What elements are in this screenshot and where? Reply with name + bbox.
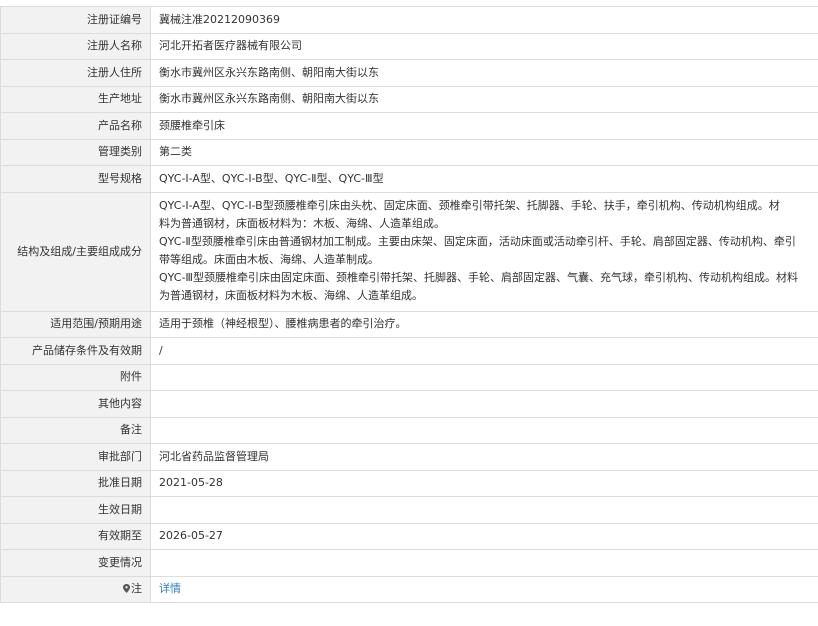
registration-table: 注册证编号 冀械注准20212090369 注册人名称 河北开拓者医疗器械有限公… [0, 6, 818, 603]
row-approval-date: 批准日期 2021-05-28 [0, 469, 818, 497]
structure-line: QYC-Ⅰ-A型、QYC-Ⅰ-B型颈腰椎牵引床由头枕、固定床面、颈椎牵引带托架、… [159, 199, 780, 212]
structure-line: QYC-Ⅱ型颈腰椎牵引床由普通钢材加工制成。主要由床架、固定床面，活动床面或活动… [159, 235, 796, 248]
label-structure-composition: 结构及组成/主要组成成分 [0, 191, 151, 312]
value-registrant-name: 河北开拓者医疗器械有限公司 [150, 32, 818, 60]
location-pin-icon [123, 581, 130, 594]
label-approval-department: 审批部门 [0, 443, 151, 471]
label-valid-until: 有效期至 [0, 522, 151, 550]
row-registrant-name: 注册人名称 河北开拓者医疗器械有限公司 [0, 32, 818, 60]
row-approval-department: 审批部门 河北省药品监督管理局 [0, 443, 818, 471]
label-model-spec: 型号规格 [0, 165, 151, 193]
row-production-address: 生产地址 衡水市冀州区永兴东路南侧、朝阳南大街以东 [0, 85, 818, 113]
row-model-spec: 型号规格 QYC-Ⅰ-A型、QYC-Ⅰ-B型、QYC-Ⅱ型、QYC-Ⅲ型 [0, 165, 818, 193]
value-registrant-address: 衡水市冀州区永兴东路南侧、朝阳南大街以东 [150, 59, 818, 87]
value-approval-date: 2021-05-28 [150, 469, 818, 497]
value-model-spec: QYC-Ⅰ-A型、QYC-Ⅰ-B型、QYC-Ⅱ型、QYC-Ⅲ型 [150, 165, 818, 193]
label-intended-use: 适用范围/预期用途 [0, 310, 151, 338]
details-link[interactable]: 详情 [159, 582, 181, 595]
structure-line: 带等组成。床面由木板、海绵、人造革制成。 [159, 253, 379, 266]
structure-line: 料为普通钢材，床面板材料为：木板、海绵、人造革组成。 [159, 217, 445, 230]
row-intended-use: 适用范围/预期用途 适用于颈椎（神经根型）、腰椎病患者的牵引治疗。 [0, 310, 818, 338]
structure-line: QYC-Ⅲ型颈腰椎牵引床由固定床面、颈椎牵引带托架、托脚器、手轮、肩部固定器、气… [159, 271, 799, 284]
value-approval-department: 河北省药品监督管理局 [150, 443, 818, 471]
label-registrant-address: 注册人住所 [0, 59, 151, 87]
row-change-history: 变更情况 [0, 549, 818, 577]
value-remarks [150, 416, 818, 444]
value-change-history [150, 549, 818, 577]
value-management-category: 第二类 [150, 138, 818, 166]
label-approval-date: 批准日期 [0, 469, 151, 497]
value-registration-number: 冀械注准20212090369 [150, 6, 818, 34]
label-storage-validity: 产品储存条件及有效期 [0, 337, 151, 365]
row-storage-validity: 产品储存条件及有效期 / [0, 337, 818, 365]
label-remarks: 备注 [0, 416, 151, 444]
row-effective-date: 生效日期 [0, 496, 818, 524]
registration-detail-page: 注册证编号 冀械注准20212090369 注册人名称 河北开拓者医疗器械有限公… [0, 0, 818, 626]
row-management-category: 管理类别 第二类 [0, 138, 818, 166]
row-other-content: 其他内容 [0, 390, 818, 418]
row-product-name: 产品名称 颈腰椎牵引床 [0, 112, 818, 140]
value-production-address: 衡水市冀州区永兴东路南侧、朝阳南大街以东 [150, 85, 818, 113]
row-note: 注 详情 [0, 575, 818, 603]
row-valid-until: 有效期至 2026-05-27 [0, 522, 818, 550]
label-product-name: 产品名称 [0, 112, 151, 140]
row-registrant-address: 注册人住所 衡水市冀州区永兴东路南侧、朝阳南大街以东 [0, 59, 818, 87]
label-note: 注 [0, 575, 151, 603]
value-effective-date [150, 496, 818, 524]
value-storage-validity: / [150, 337, 818, 365]
label-attachments: 附件 [0, 363, 151, 391]
label-change-history: 变更情况 [0, 549, 151, 577]
row-structure-composition: 结构及组成/主要组成成分 QYC-Ⅰ-A型、QYC-Ⅰ-B型颈腰椎牵引床由头枕、… [0, 191, 818, 312]
value-attachments [150, 363, 818, 391]
row-attachments: 附件 [0, 363, 818, 391]
row-registration-number: 注册证编号 冀械注准20212090369 [0, 6, 818, 34]
value-note: 详情 [150, 575, 818, 603]
label-registration-number: 注册证编号 [0, 6, 151, 34]
label-effective-date: 生效日期 [0, 496, 151, 524]
label-production-address: 生产地址 [0, 85, 151, 113]
label-other-content: 其他内容 [0, 390, 151, 418]
value-product-name: 颈腰椎牵引床 [150, 112, 818, 140]
structure-line: 为普通钢材，床面板材料为木板、海绵、人造革组成。 [159, 289, 423, 302]
value-other-content [150, 390, 818, 418]
note-label: 注 [131, 582, 142, 596]
value-valid-until: 2026-05-27 [150, 522, 818, 550]
row-remarks: 备注 [0, 416, 818, 444]
value-structure-composition: QYC-Ⅰ-A型、QYC-Ⅰ-B型颈腰椎牵引床由头枕、固定床面、颈椎牵引带托架、… [150, 191, 818, 312]
label-management-category: 管理类别 [0, 138, 151, 166]
value-intended-use: 适用于颈椎（神经根型）、腰椎病患者的牵引治疗。 [150, 310, 818, 338]
label-registrant-name: 注册人名称 [0, 32, 151, 60]
